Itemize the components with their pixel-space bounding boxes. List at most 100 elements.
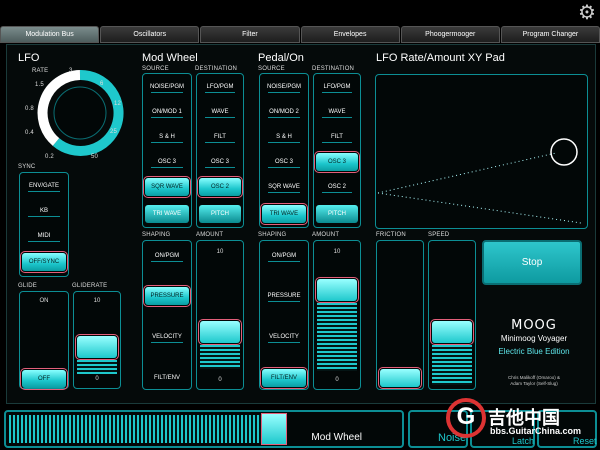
pedal-source-selector[interactable]: NOISE/PGM ON/MOD 2 S & H OSC 3 SQR WAVE … [259, 73, 309, 228]
mw-shp-filtenv[interactable]: FILT/ENV [145, 369, 189, 387]
pd-dst-wave[interactable]: WAVE [316, 103, 358, 121]
glide-off[interactable]: OFF [20, 368, 68, 390]
gliderate-label: GLIDERATE [72, 283, 108, 289]
friction-slider[interactable] [376, 240, 424, 390]
lfo-rate-knob[interactable] [16, 62, 128, 162]
pd-dst-pitch[interactable]: PITCH [316, 205, 358, 223]
pd-amount-min: 0 [335, 377, 339, 383]
mw-dst-pitch[interactable]: PITCH [199, 205, 241, 223]
pedal-destination-selector[interactable]: LFO/PGM WAVE FILT OSC 3 OSC 2 PITCH [313, 73, 361, 228]
mw-src-triwave[interactable]: TRI WAVE [145, 205, 189, 223]
mw-dst-wave[interactable]: WAVE [199, 103, 241, 121]
xy-pad-trail [377, 138, 582, 224]
mw-src-noise[interactable]: NOISE/PGM [145, 78, 189, 96]
tab-modulation-bus[interactable]: Modulation Bus [0, 26, 100, 43]
sync-kb[interactable]: KB [22, 202, 66, 220]
pd-src-triwave[interactable]: TRI WAVE [260, 203, 308, 225]
speed-thumb[interactable] [430, 319, 474, 345]
mw-dst-filt[interactable]: FILT [199, 128, 241, 146]
pd-src-sh[interactable]: S & H [262, 128, 306, 146]
modwheel-title: Mod Wheel [142, 52, 198, 64]
mw-dst-osc3[interactable]: OSC 3 [199, 153, 241, 171]
tab-phoogermooger[interactable]: Phoogermooger [400, 26, 500, 43]
gliderate-slider[interactable]: 10 0 [73, 291, 121, 389]
mw-src-sh[interactable]: S & H [145, 128, 189, 146]
reset-label: Reset [573, 436, 597, 446]
mw-dst-osc2[interactable]: OSC 2 [197, 176, 243, 198]
modwheel-source-label: SOURCE [142, 66, 169, 72]
modwheel-shaping-selector[interactable]: ON/PGM PRESSURE VELOCITY FILT/ENV [142, 240, 192, 390]
pd-shp-velocity[interactable]: VELOCITY [262, 328, 306, 346]
pedal-title: Pedal/On [258, 52, 304, 64]
modwheel-destination-selector[interactable]: LFO/PGM WAVE FILT OSC 3 OSC 2 PITCH [196, 73, 244, 228]
mw-amount-min: 0 [218, 377, 222, 383]
pd-shp-pressure[interactable]: PRESSURE [262, 287, 306, 305]
gliderate-min: 0 [95, 376, 99, 382]
lfo-scale-0.2: 0.2 [45, 154, 54, 160]
sync-label: SYNC [18, 164, 36, 170]
lfo-scale-1.5: 1.5 [35, 82, 44, 88]
settings-gear-icon[interactable]: ⚙ [576, 2, 598, 24]
lfo-scale-0.4: 0.4 [25, 130, 34, 136]
modwheel-amount-slider[interactable]: 10 0 [196, 240, 244, 390]
friction-thumb[interactable] [378, 367, 422, 389]
pd-amount-thumb[interactable] [315, 277, 359, 303]
mw-amount-fill [200, 345, 240, 369]
pedal-amount-slider[interactable]: 10 0 [313, 240, 361, 390]
tab-oscillators[interactable]: Oscillators [100, 26, 200, 43]
pd-src-sqrwave[interactable]: SQR WAVE [262, 178, 306, 196]
mod-wheel-fill [9, 415, 262, 443]
mw-src-osc3[interactable]: OSC 3 [145, 153, 189, 171]
pedal-shaping-selector[interactable]: ON/PGM PRESSURE VELOCITY FILT/ENV [259, 240, 309, 390]
pd-dst-osc2[interactable]: OSC 2 [316, 178, 358, 196]
latch-label: Latch [512, 436, 535, 446]
sync-off-sync[interactable]: OFF/SYNC [20, 251, 68, 273]
mod-wheel-thumb[interactable] [261, 413, 287, 445]
glide-label: GLIDE [18, 283, 38, 289]
stop-button[interactable]: Stop [482, 240, 582, 285]
gliderate-thumb[interactable] [75, 334, 119, 360]
modwheel-source-selector[interactable]: NOISE/PGM ON/MOD 1 S & H OSC 3 SQR WAVE … [142, 73, 192, 228]
sync-midi[interactable]: MIDI [22, 227, 66, 245]
mod-wheel-strip[interactable]: Mod Wheel [4, 410, 404, 448]
modwheel-amount-label: AMOUNT [196, 232, 224, 238]
gliderate-fill [77, 360, 117, 374]
sync-env-gate[interactable]: ENV/GATE [22, 177, 66, 195]
pedal-destination-label: DESTINATION [312, 66, 355, 72]
xy-pad-cursor [550, 138, 578, 166]
model-name: Minimoog Voyager [500, 334, 568, 343]
glide-switch[interactable]: ON OFF [19, 291, 69, 390]
pd-src-noise[interactable]: NOISE/PGM [262, 78, 306, 96]
mw-src-onmod1[interactable]: ON/MOD 1 [145, 103, 189, 121]
mw-dst-lfo[interactable]: LFO/PGM [199, 78, 241, 96]
lfo-scale-3: 3 [69, 68, 73, 74]
mw-shp-onpgm[interactable]: ON/PGM [145, 247, 189, 265]
pd-dst-filt[interactable]: FILT [316, 128, 358, 146]
moog-logo: MOOG [511, 318, 557, 333]
mw-amount-thumb[interactable] [198, 319, 242, 345]
pd-shp-onpgm[interactable]: ON/PGM [262, 247, 306, 265]
pd-src-osc3[interactable]: OSC 3 [262, 153, 306, 171]
tab-filter[interactable]: Filter [200, 26, 300, 43]
pd-dst-osc3[interactable]: OSC 3 [314, 151, 360, 173]
modwheel-shaping-label: SHAPING [142, 232, 171, 238]
xy-pad[interactable] [375, 74, 588, 229]
gliderate-max: 10 [93, 298, 101, 304]
pedal-amount-label: AMOUNT [312, 232, 340, 238]
pd-dst-lfo[interactable]: LFO/PGM [316, 78, 358, 96]
pd-amount-fill [317, 303, 357, 371]
pd-shp-filtenv[interactable]: FILT/ENV [260, 367, 308, 389]
credits-line-1: Chris Malikoff (Omaroo) & [508, 375, 560, 380]
tab-program-changer[interactable]: Program Changer [500, 26, 600, 43]
tab-envelopes[interactable]: Envelopes [300, 26, 400, 43]
modwheel-destination-label: DESTINATION [195, 66, 238, 72]
mw-shp-velocity[interactable]: VELOCITY [145, 328, 189, 346]
watermark-url: bbs.GuitarChina.com [490, 426, 582, 436]
mw-shp-pressure[interactable]: PRESSURE [143, 285, 191, 307]
mw-src-sqrwave[interactable]: SQR WAVE [143, 176, 191, 198]
pedal-shaping-label: SHAPING [258, 232, 287, 238]
pd-src-onmod2[interactable]: ON/MOD 2 [262, 103, 306, 121]
speed-slider[interactable] [428, 240, 476, 390]
lfo-scale-50: 50 [91, 154, 99, 160]
sync-selector[interactable]: ENV/GATE KB MIDI OFF/SYNC [19, 172, 69, 277]
